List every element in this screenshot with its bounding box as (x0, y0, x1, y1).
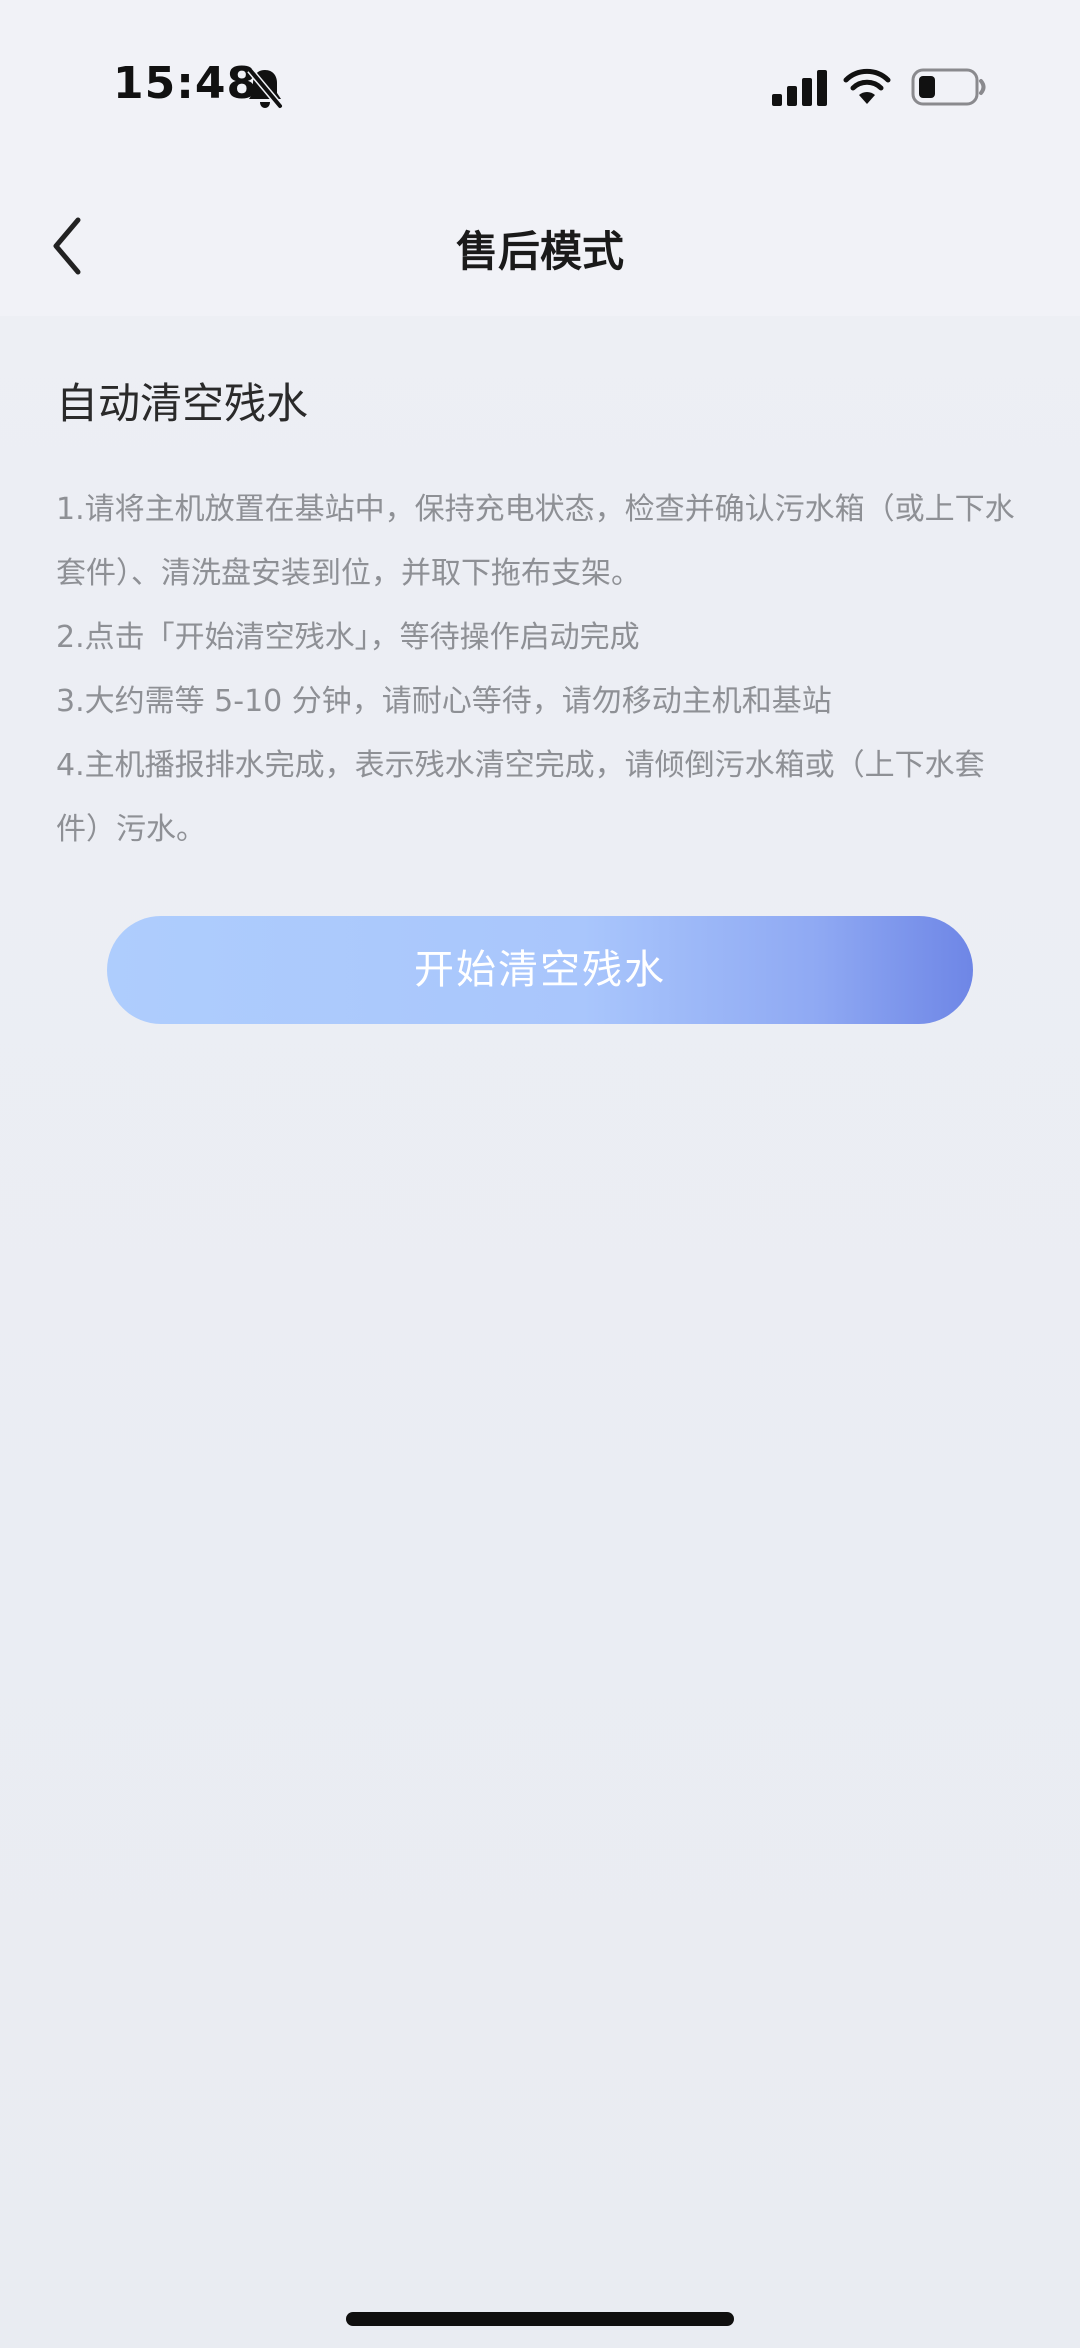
bell-slash-icon (247, 67, 283, 109)
page-title: 售后模式 (455, 227, 624, 276)
wifi-icon (843, 68, 891, 104)
status-time: 15:48 (113, 58, 259, 109)
status-bar: 15:48 (0, 0, 1080, 180)
battery-icon (911, 68, 986, 106)
cellular-signal-icon (772, 70, 827, 106)
instruction-list: 1.请将主机放置在基站中，保持充电状态，检查并确认污水箱（或上下水套件）、清洗盘… (56, 478, 1016, 862)
start-drain-button[interactable]: 开始清空残水 (107, 916, 973, 1024)
instruction-step: 3.大约需等 5-10 分钟，请耐心等待，请勿移动主机和基站 (56, 684, 832, 719)
instruction-step: 2.点击「开始清空残水」，等待操作启动完成 (56, 620, 640, 655)
instruction-step: 1.请将主机放置在基站中，保持充电状态，检查并确认污水箱（或上下水套件）、清洗盘… (56, 492, 1015, 591)
instruction-step: 4.主机播报排水完成，表示残水清空完成，请倾倒污水箱或（上下水套件）污水。 (56, 748, 985, 847)
home-indicator[interactable] (346, 2312, 734, 2326)
navigation-bar: 售后模式 (0, 180, 1080, 316)
section-title: 自动清空残水 (56, 379, 309, 428)
